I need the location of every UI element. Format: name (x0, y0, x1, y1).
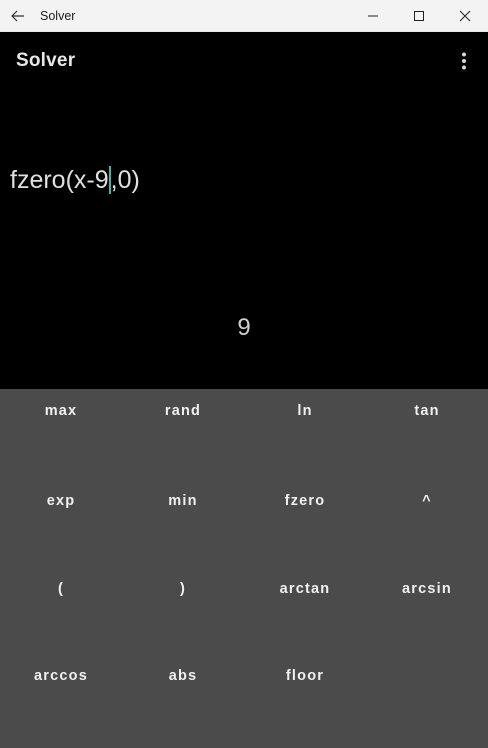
key-close-paren[interactable]: ) (122, 569, 244, 659)
key-max[interactable]: max (0, 389, 122, 479)
key-ln[interactable]: ln (244, 389, 366, 479)
key-arccos[interactable]: arccos (0, 658, 122, 748)
key-min[interactable]: min (122, 479, 244, 569)
key-tan[interactable]: tan (366, 389, 488, 479)
key-exp[interactable]: exp (0, 479, 122, 569)
result-display: 9 (237, 314, 251, 341)
overflow-menu-button[interactable] (454, 46, 474, 76)
maximize-icon (414, 10, 424, 21)
key-arcsin[interactable]: arcsin (366, 569, 488, 659)
window-title: Solver (40, 8, 76, 23)
minimize-icon (368, 15, 378, 16)
close-icon (459, 10, 471, 21)
expression-text-after-cursor: ,0) (110, 165, 140, 194)
close-button[interactable] (442, 0, 488, 32)
key-rand[interactable]: rand (122, 389, 244, 479)
app-bar: Solver (0, 32, 488, 90)
back-arrow-icon (11, 10, 24, 21)
key-arctan[interactable]: arctan (244, 569, 366, 659)
key-open-paren[interactable]: ( (0, 569, 122, 659)
key-abs[interactable]: abs (122, 658, 244, 748)
key-fzero[interactable]: fzero (244, 479, 366, 569)
window-titlebar: Solver (0, 0, 488, 32)
key-empty (366, 658, 488, 748)
minimize-button[interactable] (350, 0, 396, 32)
maximize-button[interactable] (396, 0, 442, 32)
expression-input[interactable]: fzero(x-9,0) (10, 162, 140, 198)
function-keypad: max rand ln tan exp min fzero ^ ( ) arct… (0, 389, 488, 748)
more-vert-icon (462, 52, 466, 70)
back-button[interactable] (0, 0, 36, 32)
app-title: Solver (16, 50, 76, 71)
key-power[interactable]: ^ (366, 479, 488, 569)
key-floor[interactable]: floor (244, 658, 366, 748)
expression-text-before-cursor: fzero(x-9 (10, 165, 109, 194)
